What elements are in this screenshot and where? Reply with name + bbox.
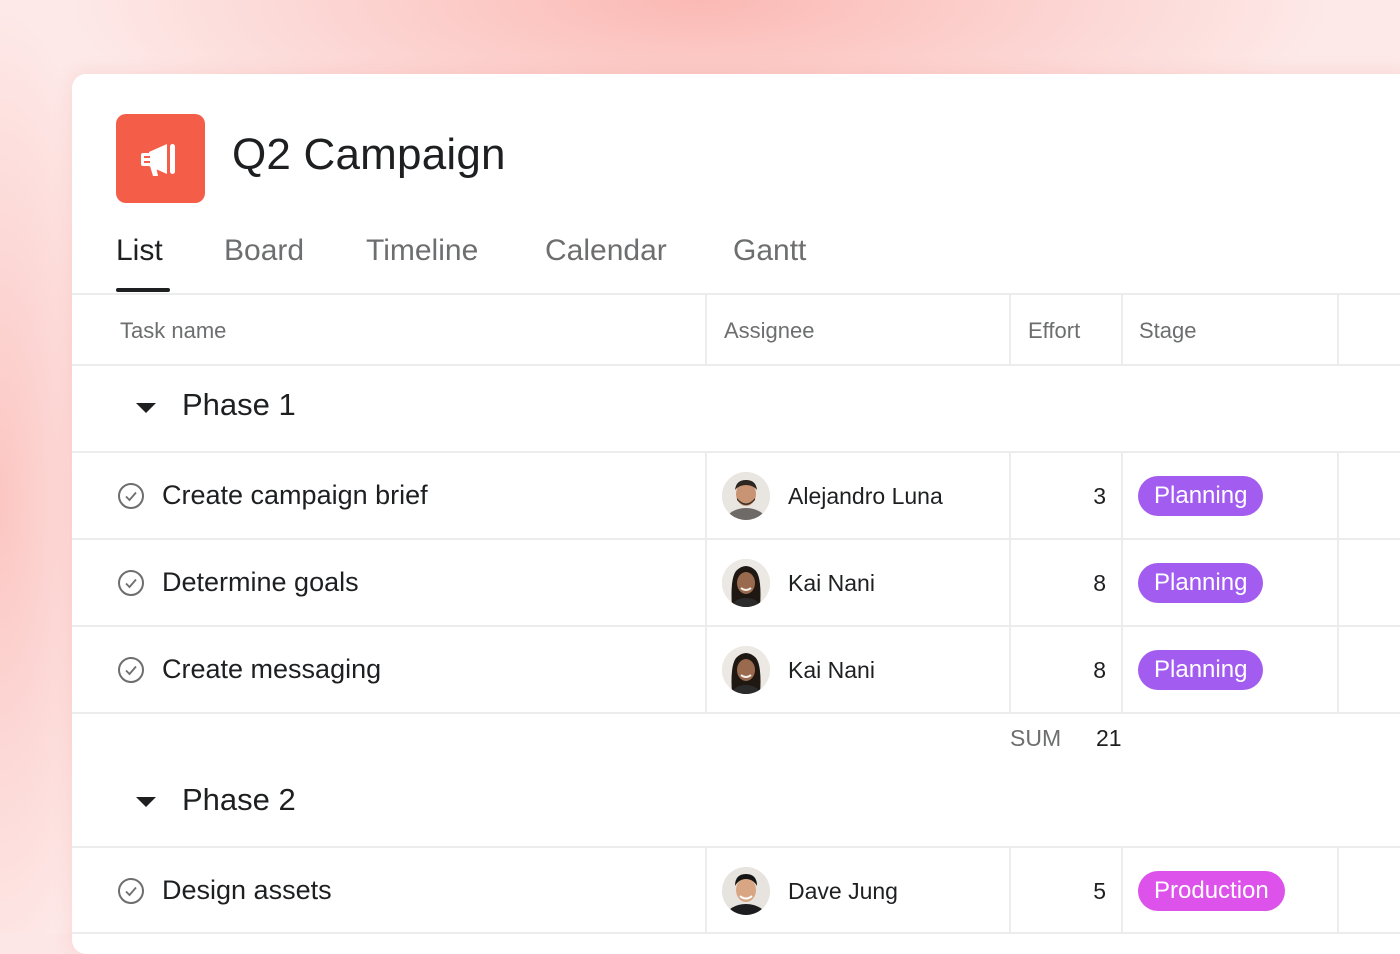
column-divider [1337, 453, 1339, 714]
avatar [722, 646, 770, 694]
task-row[interactable]: Create campaign brief Alejandro Luna 3 P… [72, 453, 1400, 539]
column-divider [1337, 293, 1339, 365]
column-divider [705, 293, 707, 365]
task-row[interactable]: Determine goals Kai Nani 8 Planning [72, 540, 1400, 626]
column-divider [1009, 293, 1011, 365]
complete-task-check-icon[interactable] [118, 657, 144, 683]
task-name[interactable]: Design assets [162, 875, 332, 906]
tab-gantt[interactable]: Gantt [733, 234, 806, 268]
avatar [722, 472, 770, 520]
stage-badge[interactable]: Planning [1138, 563, 1264, 603]
effort-value[interactable]: 8 [1032, 657, 1106, 684]
project-card: Q2 Campaign List Board Timeline Calendar… [72, 74, 1400, 954]
assignee-name[interactable]: Dave Jung [788, 878, 898, 905]
megaphone-icon [140, 143, 175, 176]
group-header-phase-1: Phase 1 [72, 366, 1400, 450]
column-divider [1121, 453, 1123, 714]
row-divider [72, 712, 1400, 714]
column-header-task-name[interactable]: Task name [120, 318, 226, 344]
stage-badge[interactable]: Planning [1138, 650, 1264, 690]
stage-badge[interactable]: Planning [1138, 476, 1264, 516]
group-title: Phase 1 [182, 387, 296, 422]
sum-label: SUM [1010, 725, 1062, 751]
column-header-effort[interactable]: Effort [1028, 318, 1080, 344]
column-divider [705, 453, 707, 714]
avatar [722, 559, 770, 607]
column-divider [1009, 453, 1011, 714]
effort-value[interactable]: 8 [1032, 570, 1106, 597]
group-header-phase-2: Phase 2 [72, 762, 1400, 846]
header-top-border [72, 293, 1400, 295]
task-name[interactable]: Determine goals [162, 567, 359, 598]
task-row[interactable]: Create messaging Kai Nani 8 Planning [72, 627, 1400, 713]
column-header-assignee[interactable]: Assignee [724, 318, 815, 344]
task-name[interactable]: Create campaign brief [162, 480, 428, 511]
caret-down-icon[interactable] [136, 403, 156, 413]
project-title: Q2 Campaign [232, 130, 506, 179]
tab-timeline[interactable]: Timeline [366, 234, 478, 268]
complete-task-check-icon[interactable] [118, 570, 144, 596]
group-title: Phase 2 [182, 782, 296, 817]
effort-value[interactable]: 5 [1032, 878, 1106, 905]
column-divider [1337, 848, 1339, 934]
assignee-name[interactable]: Kai Nani [788, 570, 875, 597]
project-icon[interactable] [116, 114, 205, 203]
column-divider [1121, 293, 1123, 365]
sum-value: 21 [1096, 725, 1122, 751]
complete-task-check-icon[interactable] [118, 483, 144, 509]
effort-value[interactable]: 3 [1032, 483, 1106, 510]
column-divider [705, 848, 707, 934]
column-divider [1009, 848, 1011, 934]
task-name[interactable]: Create messaging [162, 654, 381, 685]
tab-list[interactable]: List [116, 234, 163, 268]
avatar [722, 867, 770, 915]
task-row[interactable]: Design assets Dave Jung 5 Production [72, 848, 1400, 934]
complete-task-check-icon[interactable] [118, 878, 144, 904]
assignee-name[interactable]: Alejandro Luna [788, 483, 943, 510]
column-header-stage[interactable]: Stage [1139, 318, 1197, 344]
tab-calendar[interactable]: Calendar [545, 234, 667, 268]
tab-board[interactable]: Board [224, 234, 304, 268]
column-divider [1121, 848, 1123, 934]
caret-down-icon[interactable] [136, 797, 156, 807]
stage-badge[interactable]: Production [1138, 871, 1285, 911]
assignee-name[interactable]: Kai Nani [788, 657, 875, 684]
active-tab-indicator [116, 288, 170, 292]
